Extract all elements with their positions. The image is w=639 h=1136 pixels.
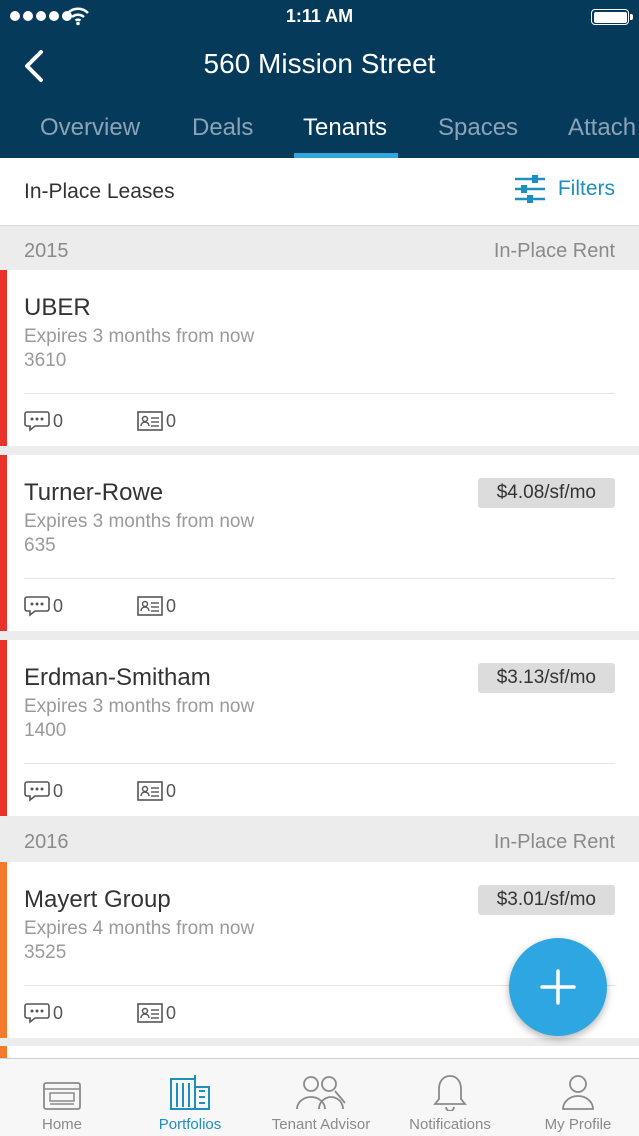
lease-expiry: Expires 3 months from now [24, 696, 255, 717]
lease-card-uber[interactable]: UBER Expires 3 months from now 3610 0 0 [0, 270, 639, 446]
contact-card-icon [137, 1003, 163, 1023]
filters-label: Filters [557, 177, 615, 200]
comments-value: 0 [53, 1002, 64, 1023]
section-header-2016: 2016 In-Place Rent [0, 819, 639, 863]
tab-tenants[interactable]: Tenants [303, 114, 387, 142]
sliders-icon [514, 175, 545, 203]
status-bar: 1:11 AM [0, 0, 639, 34]
app-header: 1:11 AM 560 Mission Street Overview Deal… [0, 0, 639, 158]
contacts-count[interactable]: 0 [137, 410, 176, 432]
tabbar-label: Notifications [409, 1116, 491, 1133]
battery-icon [591, 9, 633, 25]
comments-value: 0 [53, 595, 64, 616]
comments-value: 0 [53, 780, 64, 801]
expiry-color-bar [0, 862, 7, 1038]
contacts-value: 0 [166, 595, 177, 616]
rent-badge: $4.08/sf/mo [477, 478, 615, 508]
section-rent-label: In-Place Rent [493, 240, 615, 262]
expiry-color-bar [0, 1046, 7, 1058]
contacts-value: 0 [166, 410, 177, 431]
tabbar-my-profile[interactable]: My Profile [528, 1059, 628, 1136]
lease-card-turner-rowe[interactable]: Turner-Rowe $4.08/sf/mo Expires 3 months… [0, 455, 639, 631]
tab-bar-top: Overview Deals Tenants Spaces Attach [0, 100, 639, 158]
tenant-name: Mayert Group [24, 886, 171, 913]
leases-subheader: In-Place Leases Filters [0, 158, 639, 226]
tabbar-label: My Profile [544, 1116, 612, 1133]
expiry-color-bar [0, 270, 7, 446]
building-icon [170, 1075, 210, 1110]
status-time: 1:11 AM [285, 6, 354, 26]
people-icon [296, 1076, 346, 1110]
home-icon [43, 1082, 81, 1110]
section-year: 2015 [24, 240, 69, 262]
contacts-count[interactable]: 0 [137, 1002, 176, 1024]
section-rent-label: In-Place Rent [493, 831, 615, 853]
contact-card-icon [137, 596, 163, 616]
tenant-name: Erdman-Smitham [24, 664, 211, 691]
add-button[interactable] [509, 938, 607, 1036]
contacts-count[interactable]: 0 [137, 595, 176, 617]
bell-icon [433, 1075, 467, 1111]
contact-card-icon [137, 411, 163, 431]
tabbar-portfolios[interactable]: Portfolios [140, 1059, 240, 1136]
tabbar-home[interactable]: Home [12, 1059, 112, 1136]
comments-count[interactable]: 0 [24, 1002, 63, 1024]
lease-sqft: 1400 [24, 720, 67, 741]
lease-sqft: 3610 [24, 350, 67, 371]
comment-icon [24, 411, 50, 432]
section-year: 2016 [24, 831, 69, 853]
lease-sqft: 635 [24, 535, 56, 556]
comment-icon [24, 781, 50, 802]
tab-spaces[interactable]: Spaces [438, 114, 518, 142]
lease-card-erdman-smitham[interactable]: Erdman-Smitham $3.13/sf/mo Expires 3 mon… [0, 640, 639, 816]
plus-icon [540, 969, 576, 1005]
contacts-value: 0 [166, 780, 177, 801]
profile-icon [562, 1075, 594, 1110]
tabbar-tenant-advisor[interactable]: Tenant Advisor [256, 1059, 386, 1136]
comments-count[interactable]: 0 [24, 595, 63, 617]
subheader-title: In-Place Leases [24, 180, 175, 203]
tabbar-label: Tenant Advisor [271, 1116, 371, 1133]
bottom-tab-bar: Home Portfolios Tenant Advisor Notificat… [0, 1058, 639, 1136]
divider [24, 578, 615, 579]
rent-badge: $3.01/sf/mo [477, 885, 615, 915]
tab-attachments[interactable]: Attach [568, 114, 636, 142]
lease-expiry: Expires 3 months from now [24, 511, 255, 532]
tenant-name: UBER [24, 294, 91, 321]
lease-expiry: Expires 4 months from now [24, 918, 255, 939]
tabbar-label: Home [41, 1116, 82, 1133]
lease-sqft: 3525 [24, 942, 67, 963]
contact-card-icon [137, 781, 163, 801]
tab-deals[interactable]: Deals [192, 114, 253, 142]
lease-expiry: Expires 3 months from now [24, 326, 255, 347]
lease-card-partial[interactable] [0, 1046, 639, 1058]
comments-count[interactable]: 0 [24, 780, 63, 802]
section-header-2015: 2015 In-Place Rent [0, 228, 639, 272]
comments-value: 0 [53, 410, 64, 431]
divider [24, 763, 615, 764]
page-title: 560 Mission Street [203, 48, 436, 79]
expiry-color-bar [0, 640, 7, 816]
tabbar-label: Portfolios [158, 1116, 222, 1133]
comment-icon [24, 1003, 50, 1024]
tenant-name: Turner-Rowe [24, 479, 164, 506]
expiry-color-bar [0, 455, 7, 631]
contacts-count[interactable]: 0 [137, 780, 176, 802]
filters-button[interactable]: Filters [514, 174, 615, 204]
tab-overview[interactable]: Overview [40, 114, 140, 142]
contacts-value: 0 [166, 1002, 177, 1023]
comment-icon [24, 596, 50, 617]
rent-badge: $3.13/sf/mo [477, 663, 615, 693]
divider [24, 393, 615, 394]
tabbar-notifications[interactable]: Notifications [400, 1059, 500, 1136]
comments-count[interactable]: 0 [24, 410, 63, 432]
